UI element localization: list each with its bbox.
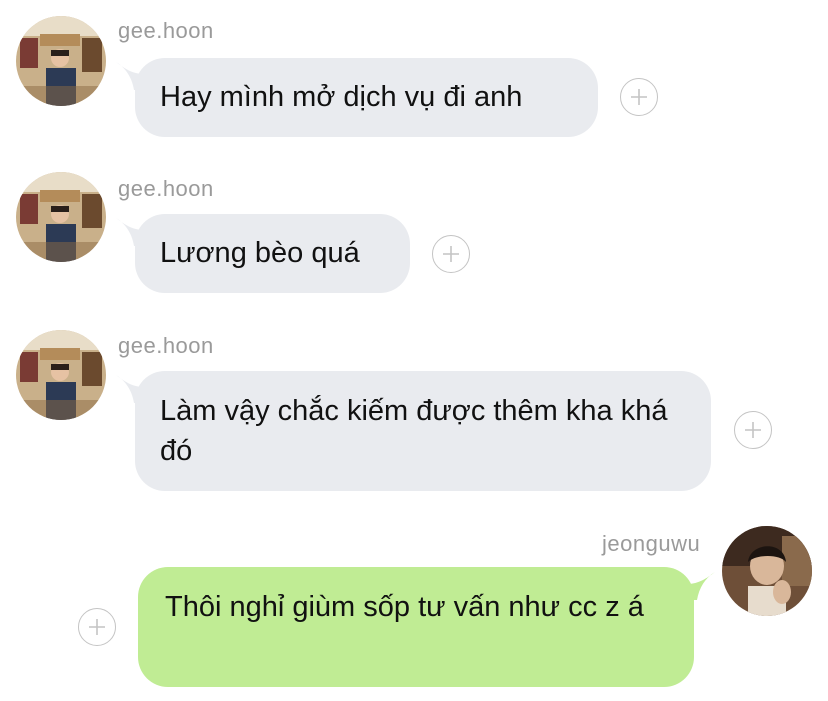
react-button[interactable] (432, 235, 470, 273)
message-bubble[interactable]: Thôi nghỉ giùm sốp tư vấn như cc z á (138, 567, 694, 687)
plus-icon (745, 422, 761, 438)
sender-name: gee.hoon (118, 18, 214, 43)
sender-avatar[interactable] (16, 16, 106, 106)
sender-avatar[interactable] (722, 526, 812, 616)
sender-avatar[interactable] (16, 172, 106, 262)
message-bubble[interactable]: Hay mình mở dịch vụ đi anh (135, 58, 598, 137)
react-button[interactable] (620, 78, 658, 116)
message-text: Làm vậy chắc kiếm được thêm kha khá đó (160, 395, 668, 467)
plus-icon (443, 246, 459, 262)
sender-name: gee.hoon (118, 176, 214, 201)
message-bubble[interactable]: Lương bèo quá (135, 214, 410, 293)
sender-avatar[interactable] (16, 330, 106, 420)
sender-name: jeonguwu (602, 531, 701, 556)
plus-icon (89, 619, 105, 635)
message-text: Thôi nghỉ giùm sốp tư vấn như cc z á (165, 591, 644, 623)
sender-name: gee.hoon (118, 333, 214, 358)
react-button[interactable] (78, 608, 116, 646)
react-button[interactable] (734, 411, 772, 449)
plus-icon (631, 89, 647, 105)
message-text: Hay mình mở dịch vụ đi anh (160, 81, 523, 113)
message-bubble[interactable]: Làm vậy chắc kiếm được thêm kha khá đó (135, 371, 711, 491)
message-text: Lương bèo quá (160, 237, 360, 269)
